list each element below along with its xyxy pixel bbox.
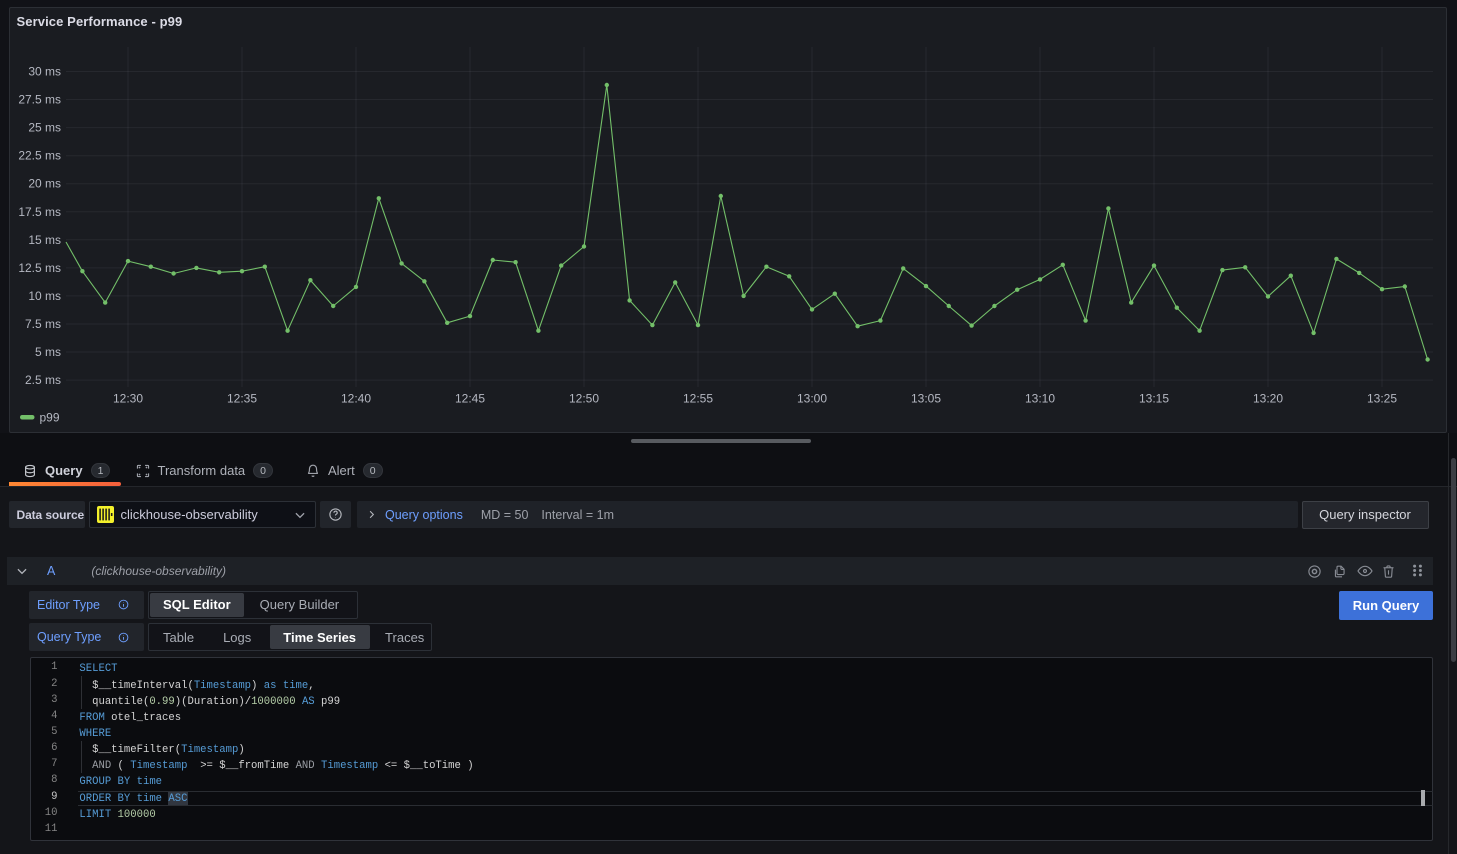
svg-text:12:50: 12:50 — [569, 392, 599, 406]
svg-text:12:35: 12:35 — [227, 392, 257, 406]
svg-text:17.5 ms: 17.5 ms — [18, 205, 61, 219]
svg-text:12.5 ms: 12.5 ms — [18, 261, 61, 275]
svg-text:2.5 ms: 2.5 ms — [25, 373, 61, 387]
svg-text:13:00: 13:00 — [797, 392, 827, 406]
svg-text:13:25: 13:25 — [1367, 392, 1397, 406]
svg-text:27.5 ms: 27.5 ms — [18, 93, 61, 107]
svg-text:22.5 ms: 22.5 ms — [18, 149, 61, 163]
svg-text:25 ms: 25 ms — [28, 121, 61, 135]
svg-text:13:10: 13:10 — [1025, 392, 1055, 406]
svg-text:12:30: 12:30 — [113, 392, 143, 406]
svg-text:13:20: 13:20 — [1253, 392, 1283, 406]
svg-text:20 ms: 20 ms — [28, 177, 61, 191]
svg-text:13:15: 13:15 — [1139, 392, 1169, 406]
svg-text:7.5 ms: 7.5 ms — [25, 317, 61, 331]
svg-text:13:05: 13:05 — [911, 392, 941, 406]
svg-text:12:45: 12:45 — [455, 392, 485, 406]
svg-text:5 ms: 5 ms — [35, 345, 61, 359]
svg-text:12:40: 12:40 — [341, 392, 371, 406]
svg-text:p99: p99 — [40, 411, 60, 425]
svg-text:10 ms: 10 ms — [28, 289, 61, 303]
svg-text:15 ms: 15 ms — [28, 233, 61, 247]
svg-text:30 ms: 30 ms — [28, 65, 61, 79]
svg-text:12:55: 12:55 — [683, 392, 713, 406]
